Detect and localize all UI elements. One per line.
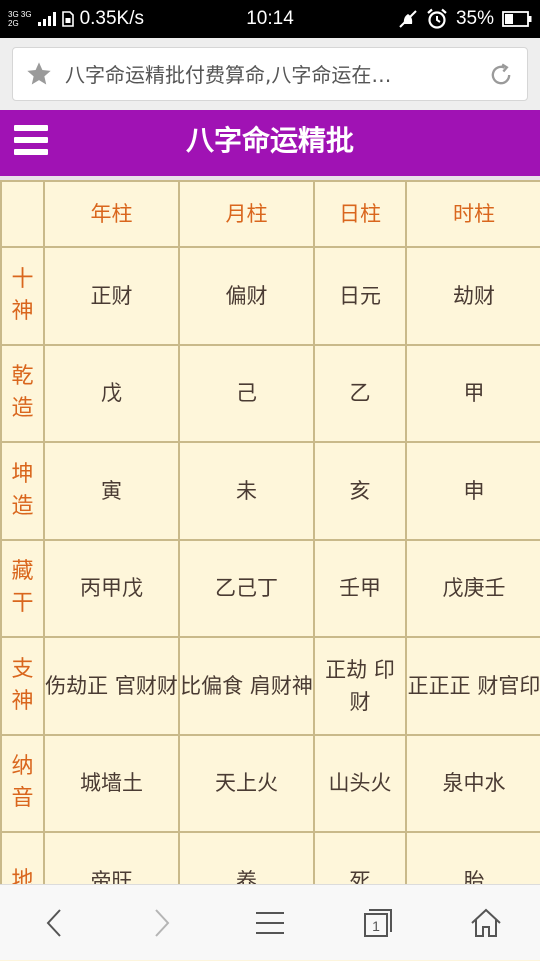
bookmark-star-icon[interactable] [25,60,53,88]
table-cell: 亥 [313,441,407,541]
table-row: 纳音 城墙土 天上火 山头火 泉中水 [0,733,540,833]
bazi-table: 年柱 月柱 日柱 时柱 十神 正财 偏财 日元 劫财 乾造 戊 己 乙 甲 坤造… [0,180,540,884]
row-header: 藏干 [0,538,45,638]
row-header: 纳音 [0,733,45,833]
row-header: 坤造 [0,441,45,541]
table-cell: 戊庚壬 [405,538,540,638]
table-cell: 偏财 [178,246,315,346]
chevron-left-icon [46,909,61,937]
table-cell: 泉中水 [405,733,540,833]
table-cell: 乙 [313,343,407,443]
table-cell: 己 [178,343,315,443]
battery-percent: 35% [455,8,494,29]
table-cell: 城墙土 [43,733,180,833]
url-text[interactable]: 八字命运精批付费算命,八字命运在… [65,48,475,102]
chevron-right-icon [155,909,170,937]
table-cell: 甲 [405,343,540,443]
table-cell: 山头火 [313,733,407,833]
table-cell: 壬甲 [313,538,407,638]
mute-icon [399,10,417,28]
reload-icon[interactable] [487,61,515,89]
table-cell: 申 [405,441,540,541]
table-cell: 未 [178,441,315,541]
table-cell: 丙甲戊 [43,538,180,638]
table-cell: 养 [178,831,315,884]
table-row: 支神 伤劫正 官财财 比偏食 肩财神 正劫 印财 正正正 财官印 [0,636,540,736]
table-cell: 比偏食 肩财神 [178,636,315,736]
column-header: 日柱 [313,180,407,248]
bazi-table-container: 年柱 月柱 日柱 时柱 十神 正财 偏财 日元 劫财 乾造 戊 己 乙 甲 坤造… [0,180,540,884]
hamburger-icon [256,912,284,934]
row-header: 十神 [0,246,45,346]
home-button[interactable] [432,885,540,961]
row-header: 地 [0,831,45,884]
page-title: 八字命运精批 [185,124,354,157]
table-row: 乾造 戊 己 乙 甲 [0,343,540,443]
column-header: 月柱 [178,180,315,248]
status-bar: 3G 3G 2G 0.35K/s 10:14 35% [0,0,540,38]
tabs-icon: 1 [364,909,392,937]
row-header: 乾造 [0,343,45,443]
table-cell: 正财 [43,246,180,346]
home-icon [471,908,501,937]
alarm-icon [427,8,447,29]
table-cell: 伤劫正 官财财 [43,636,180,736]
table-cell: 帝旺 [43,831,180,884]
column-header: 时柱 [405,180,540,248]
status-right: 35% [398,0,532,38]
table-header-row: 年柱 月柱 日柱 时柱 [0,180,540,248]
column-header [0,180,45,248]
table-row: 地 帝旺 养 死 胎 [0,831,540,884]
row-header: 支神 [0,636,45,736]
table-row: 十神 正财 偏财 日元 劫财 [0,246,540,346]
address-bar[interactable]: 八字命运精批付费算命,八字命运在… [12,47,528,101]
table-cell: 劫财 [405,246,540,346]
table-cell: 寅 [43,441,180,541]
table-cell: 正劫 印财 [313,636,407,736]
table-cell: 胎 [405,831,540,884]
table-cell: 戊 [43,343,180,443]
browser-toolbar: 八字命运精批付费算命,八字命运在… [0,38,540,110]
column-header: 年柱 [43,180,180,248]
table-row: 坤造 寅 未 亥 申 [0,441,540,541]
table-cell: 死 [313,831,407,884]
tab-count: 1 [372,918,380,934]
back-button[interactable] [0,885,108,961]
table-cell: 乙己丁 [178,538,315,638]
page-header: 八字命运精批 [0,110,540,176]
table-row: 藏干 丙甲戊 乙己丁 壬甲 戊庚壬 [0,538,540,638]
browser-bottom-nav: 1 [0,884,540,960]
table-cell: 日元 [313,246,407,346]
table-cell: 正正正 财官印 [405,636,540,736]
tabs-button[interactable]: 1 [324,885,432,961]
table-cell: 天上火 [178,733,315,833]
forward-button[interactable] [108,885,216,961]
battery-icon [502,11,532,27]
menu-button[interactable] [216,885,324,961]
